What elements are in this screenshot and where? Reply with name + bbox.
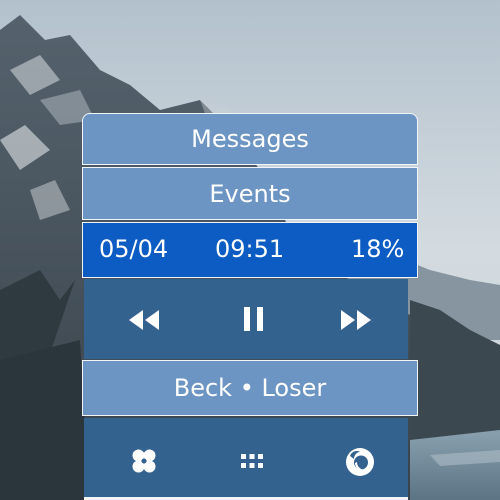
app-grid-icon — [241, 454, 263, 468]
messages-button[interactable]: Messages — [82, 113, 418, 165]
firefox-app-button[interactable] — [340, 444, 380, 480]
clover-app-button[interactable] — [124, 444, 164, 478]
now-playing-label: Beck • Loser — [173, 374, 327, 402]
events-button[interactable]: Events — [82, 167, 418, 220]
clover-icon — [132, 449, 156, 473]
pause-button[interactable] — [234, 301, 274, 337]
rewind-icon — [129, 310, 159, 330]
firefox-icon — [346, 448, 374, 476]
pause-icon — [244, 307, 263, 331]
events-label: Events — [209, 179, 291, 208]
battery-text: 18% — [351, 235, 405, 263]
now-playing-button[interactable]: Beck • Loser — [82, 360, 418, 416]
app-dock — [84, 418, 408, 500]
rewind-button[interactable] — [124, 303, 164, 337]
messages-label: Messages — [191, 125, 309, 153]
time-text: 09:51 — [215, 235, 285, 263]
launcher-widget: Messages Events 05/04 09:51 18% Beck • L… — [82, 113, 418, 500]
fast-forward-icon — [341, 310, 371, 330]
fast-forward-button[interactable] — [334, 303, 378, 337]
media-controls — [84, 279, 408, 359]
app-grid-button[interactable] — [234, 446, 270, 476]
date-text: 05/04 — [99, 235, 169, 263]
status-bar: 05/04 09:51 18% — [82, 222, 418, 278]
